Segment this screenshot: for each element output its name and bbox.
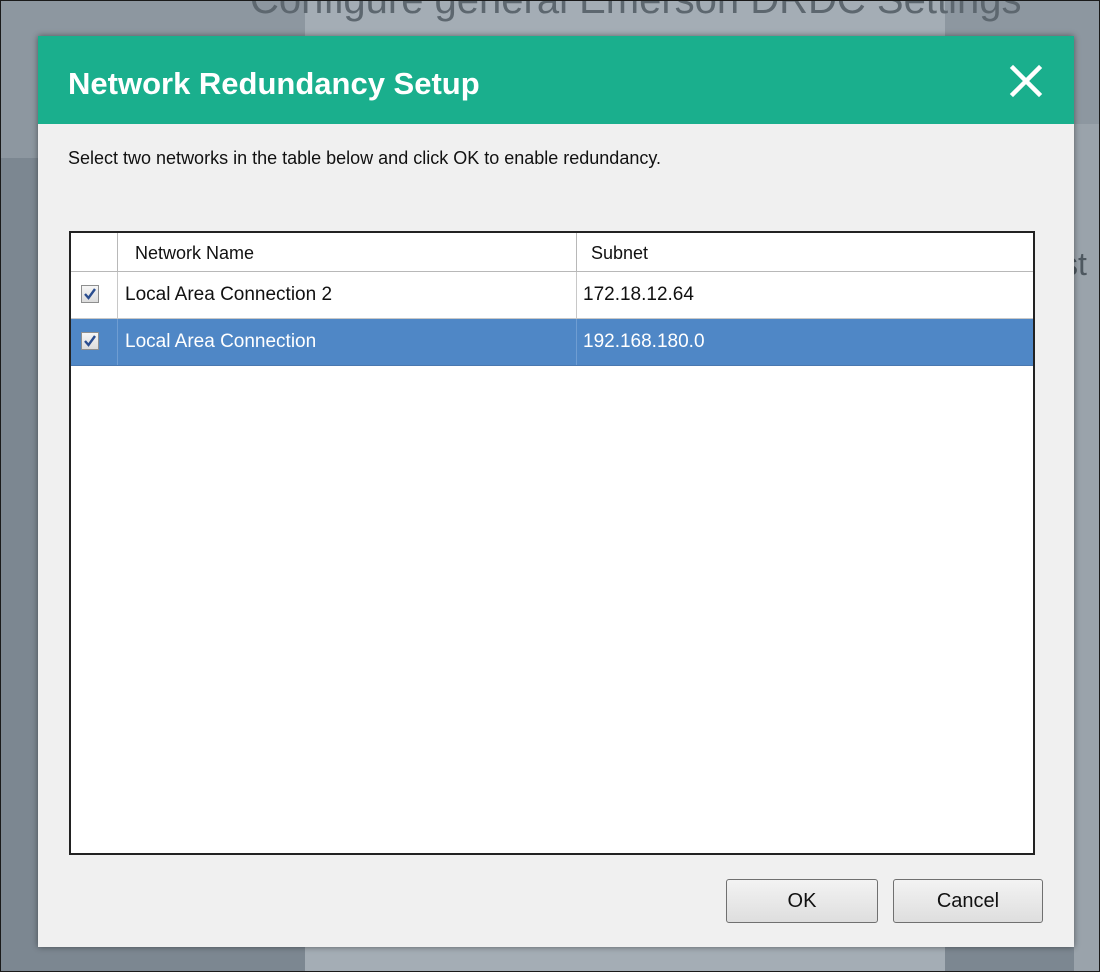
screenshot-frame	[0, 0, 1100, 972]
